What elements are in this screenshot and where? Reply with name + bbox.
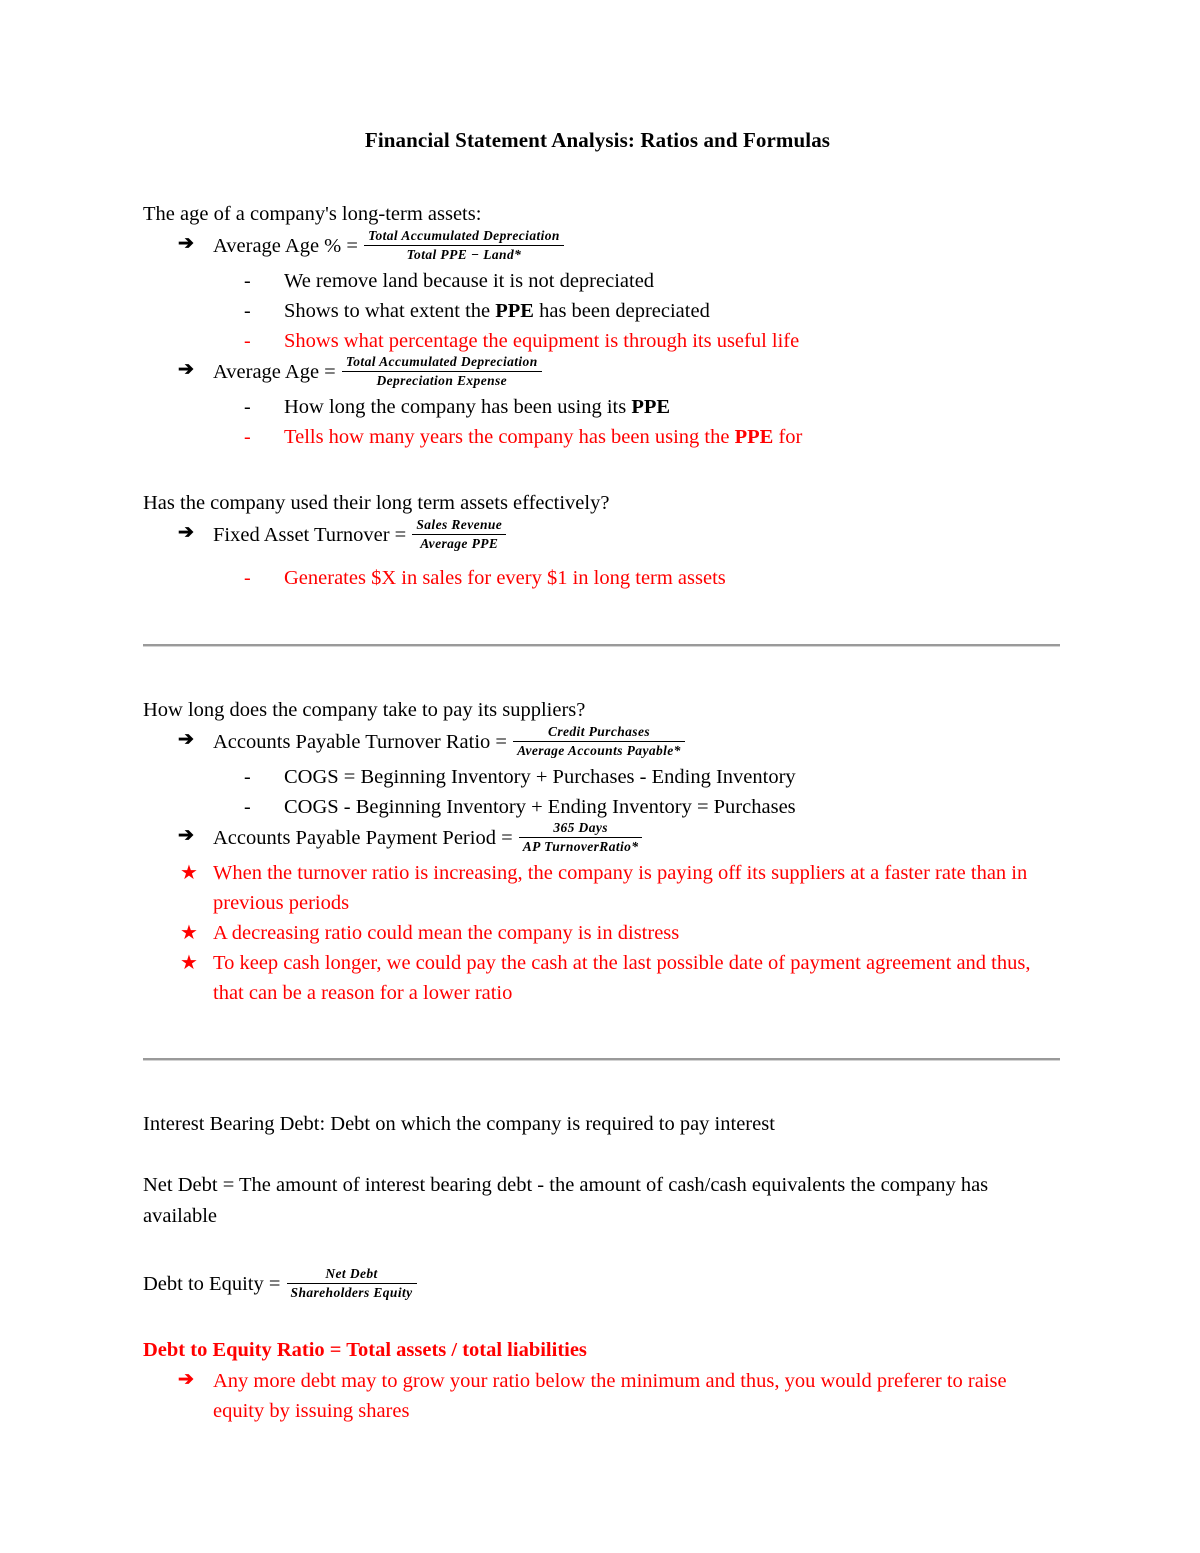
dash-bullet-icon: - — [244, 270, 251, 292]
fraction-numerator: 365 Days — [518, 820, 643, 838]
list-item: - COGS = Beginning Inventory + Purchases… — [143, 762, 1060, 792]
formula-average-age-percent: ➔ Average Age % = Total Accumulated Depr… — [143, 228, 1060, 265]
dash-bullet-icon: - — [244, 567, 251, 589]
fraction-denominator: Average Accounts Payable* — [517, 743, 681, 758]
note-text: Any more debt may to grow your ratio bel… — [213, 1370, 1007, 1422]
asset-age-list: ➔ Average Age % = Total Accumulated Depr… — [143, 228, 1060, 265]
formula-ap-payment-period: ➔ Accounts Payable Payment Period = 365 … — [143, 820, 1060, 857]
fraction: 365 Days AP TurnoverRatio* — [518, 820, 643, 855]
fraction-numerator: Total Accumulated Depreciation — [364, 228, 564, 246]
formula-label: Accounts Payable Payment Period = — [213, 827, 513, 850]
note-text: Shows to what extent the PPE has been de… — [284, 300, 710, 322]
list-item: - Shows to what extent the PPE has been … — [143, 296, 1060, 326]
section-heading-asset-efficiency: Has the company used their long term ass… — [143, 492, 610, 514]
average-age-list: ➔ Average Age = Total Accumulated Deprec… — [143, 354, 1060, 391]
fraction: Total Accumulated Depreciation Depreciat… — [341, 354, 542, 389]
page-title: Financial Statement Analysis: Ratios and… — [364, 128, 831, 152]
fraction-numerator: Net Debt — [286, 1266, 417, 1284]
dash-bullet-icon: - — [244, 426, 251, 448]
formula-debt-to-equity: Debt to Equity = Net Debt Shareholders E… — [143, 1266, 1060, 1303]
fixed-asset-turnover-list: ➔ Fixed Asset Turnover = Sales Revenue A… — [143, 517, 1060, 554]
formula-average-age: ➔ Average Age = Total Accumulated Deprec… — [143, 354, 1060, 391]
ap-turnover-list: ➔ Accounts Payable Turnover Ratio = Cred… — [143, 724, 1060, 761]
list-item: ★ A decreasing ratio could mean the comp… — [143, 918, 1060, 948]
dash-bullet-icon: - — [244, 330, 251, 352]
cogs-notes: - COGS = Beginning Inventory + Purchases… — [143, 762, 1060, 822]
arrow-bullet-icon: ➔ — [178, 359, 194, 380]
dash-bullet-icon: - — [244, 396, 251, 418]
list-item: - COGS - Beginning Inventory + Ending In… — [143, 792, 1060, 822]
note-text: COGS - Beginning Inventory + Ending Inve… — [284, 796, 796, 818]
dash-bullet-icon: - — [244, 766, 251, 788]
fraction: Credit Purchases Average Accounts Payabl… — [513, 724, 685, 759]
fixed-asset-turnover-notes: - Generates $X in sales for every $1 in … — [143, 563, 1060, 593]
arrow-bullet-icon: ➔ — [178, 729, 194, 750]
document-page: Financial Statement Analysis: Ratios and… — [0, 0, 1200, 1553]
average-age-notes: - How long the company has been using it… — [143, 392, 1060, 452]
note-text: To keep cash longer, we could pay the ca… — [213, 952, 1031, 1004]
fraction-numerator: Total Accumulated Depreciation — [341, 354, 542, 372]
star-bullet-icon: ★ — [180, 952, 198, 974]
ap-payment-period-list: ➔ Accounts Payable Payment Period = 365 … — [143, 820, 1060, 857]
fraction-denominator: Shareholders Equity — [290, 1285, 413, 1300]
formula-ap-turnover-ratio: ➔ Accounts Payable Turnover Ratio = Cred… — [143, 724, 1060, 761]
fraction: Total Accumulated Depreciation Total PPE… — [364, 228, 564, 263]
fraction: Net Debt Shareholders Equity — [286, 1266, 417, 1301]
star-bullet-icon: ★ — [180, 922, 198, 944]
formula-label: Average Age % = — [213, 235, 358, 258]
average-age-percent-notes: - We remove land because it is not depre… — [143, 266, 1060, 356]
fraction-numerator: Sales Revenue — [412, 517, 507, 535]
formula-label: Average Age = — [213, 361, 336, 384]
arrow-bullet-icon: ➔ — [178, 1369, 194, 1390]
dash-bullet-icon: - — [244, 796, 251, 818]
list-item: ★ When the turnover ratio is increasing,… — [143, 858, 1060, 918]
star-bullet-icon: ★ — [180, 862, 198, 884]
dash-bullet-icon: - — [244, 300, 251, 322]
section-heading-asset-age: The age of a company's long-term assets: — [143, 203, 482, 225]
interest-bearing-debt-definition: Interest Bearing Debt: Debt on which the… — [143, 1113, 775, 1135]
note-text: A decreasing ratio could mean the compan… — [213, 922, 680, 944]
fraction-denominator: Average PPE — [420, 536, 499, 551]
formula-label: Accounts Payable Turnover Ratio = — [213, 731, 507, 754]
note-text: Tells how many years the company has bee… — [284, 426, 803, 448]
arrow-bullet-icon: ➔ — [178, 522, 194, 543]
formula-fixed-asset-turnover: ➔ Fixed Asset Turnover = Sales Revenue A… — [143, 517, 1060, 554]
list-item: - Tells how many years the company has b… — [143, 422, 1060, 452]
ap-star-notes: ★ When the turnover ratio is increasing,… — [143, 858, 1060, 1008]
arrow-bullet-icon: ➔ — [178, 825, 194, 846]
list-item: - We remove land because it is not depre… — [143, 266, 1060, 296]
section-heading-accounts-payable: How long does the company take to pay it… — [143, 699, 586, 721]
fraction-denominator: Depreciation Expense — [376, 373, 508, 388]
fraction-denominator: Total PPE − Land* — [406, 247, 522, 262]
fraction-numerator: Credit Purchases — [513, 724, 685, 742]
arrow-bullet-icon: ➔ — [178, 233, 194, 254]
note-text: COGS = Beginning Inventory + Purchases -… — [284, 766, 796, 788]
net-debt-definition: Net Debt = The amount of interest bearin… — [143, 1174, 989, 1227]
debt-to-equity-notes: ➔ Any more debt may to grow your ratio b… — [143, 1366, 1060, 1426]
list-item: ★ To keep cash longer, we could pay the … — [143, 948, 1060, 1008]
list-item: - Generates $X in sales for every $1 in … — [143, 563, 1060, 593]
note-text: Shows what percentage the equipment is t… — [284, 330, 800, 352]
note-text: Generates $X in sales for every $1 in lo… — [284, 567, 726, 589]
fraction: Sales Revenue Average PPE — [412, 517, 507, 552]
debt-to-equity-ratio-heading: Debt to Equity Ratio = Total assets / to… — [143, 1339, 587, 1361]
note-text: When the turnover ratio is increasing, t… — [213, 862, 1028, 914]
list-item: - How long the company has been using it… — [143, 392, 1060, 422]
note-text: How long the company has been using its … — [284, 396, 671, 418]
fraction-denominator: AP TurnoverRatio* — [522, 839, 639, 854]
formula-label: Fixed Asset Turnover = — [213, 524, 407, 547]
formula-label: Debt to Equity = — [143, 1273, 281, 1296]
list-item: - Shows what percentage the equipment is… — [143, 326, 1060, 356]
list-item: ➔ Any more debt may to grow your ratio b… — [143, 1366, 1060, 1426]
note-text: We remove land because it is not depreci… — [284, 270, 655, 292]
